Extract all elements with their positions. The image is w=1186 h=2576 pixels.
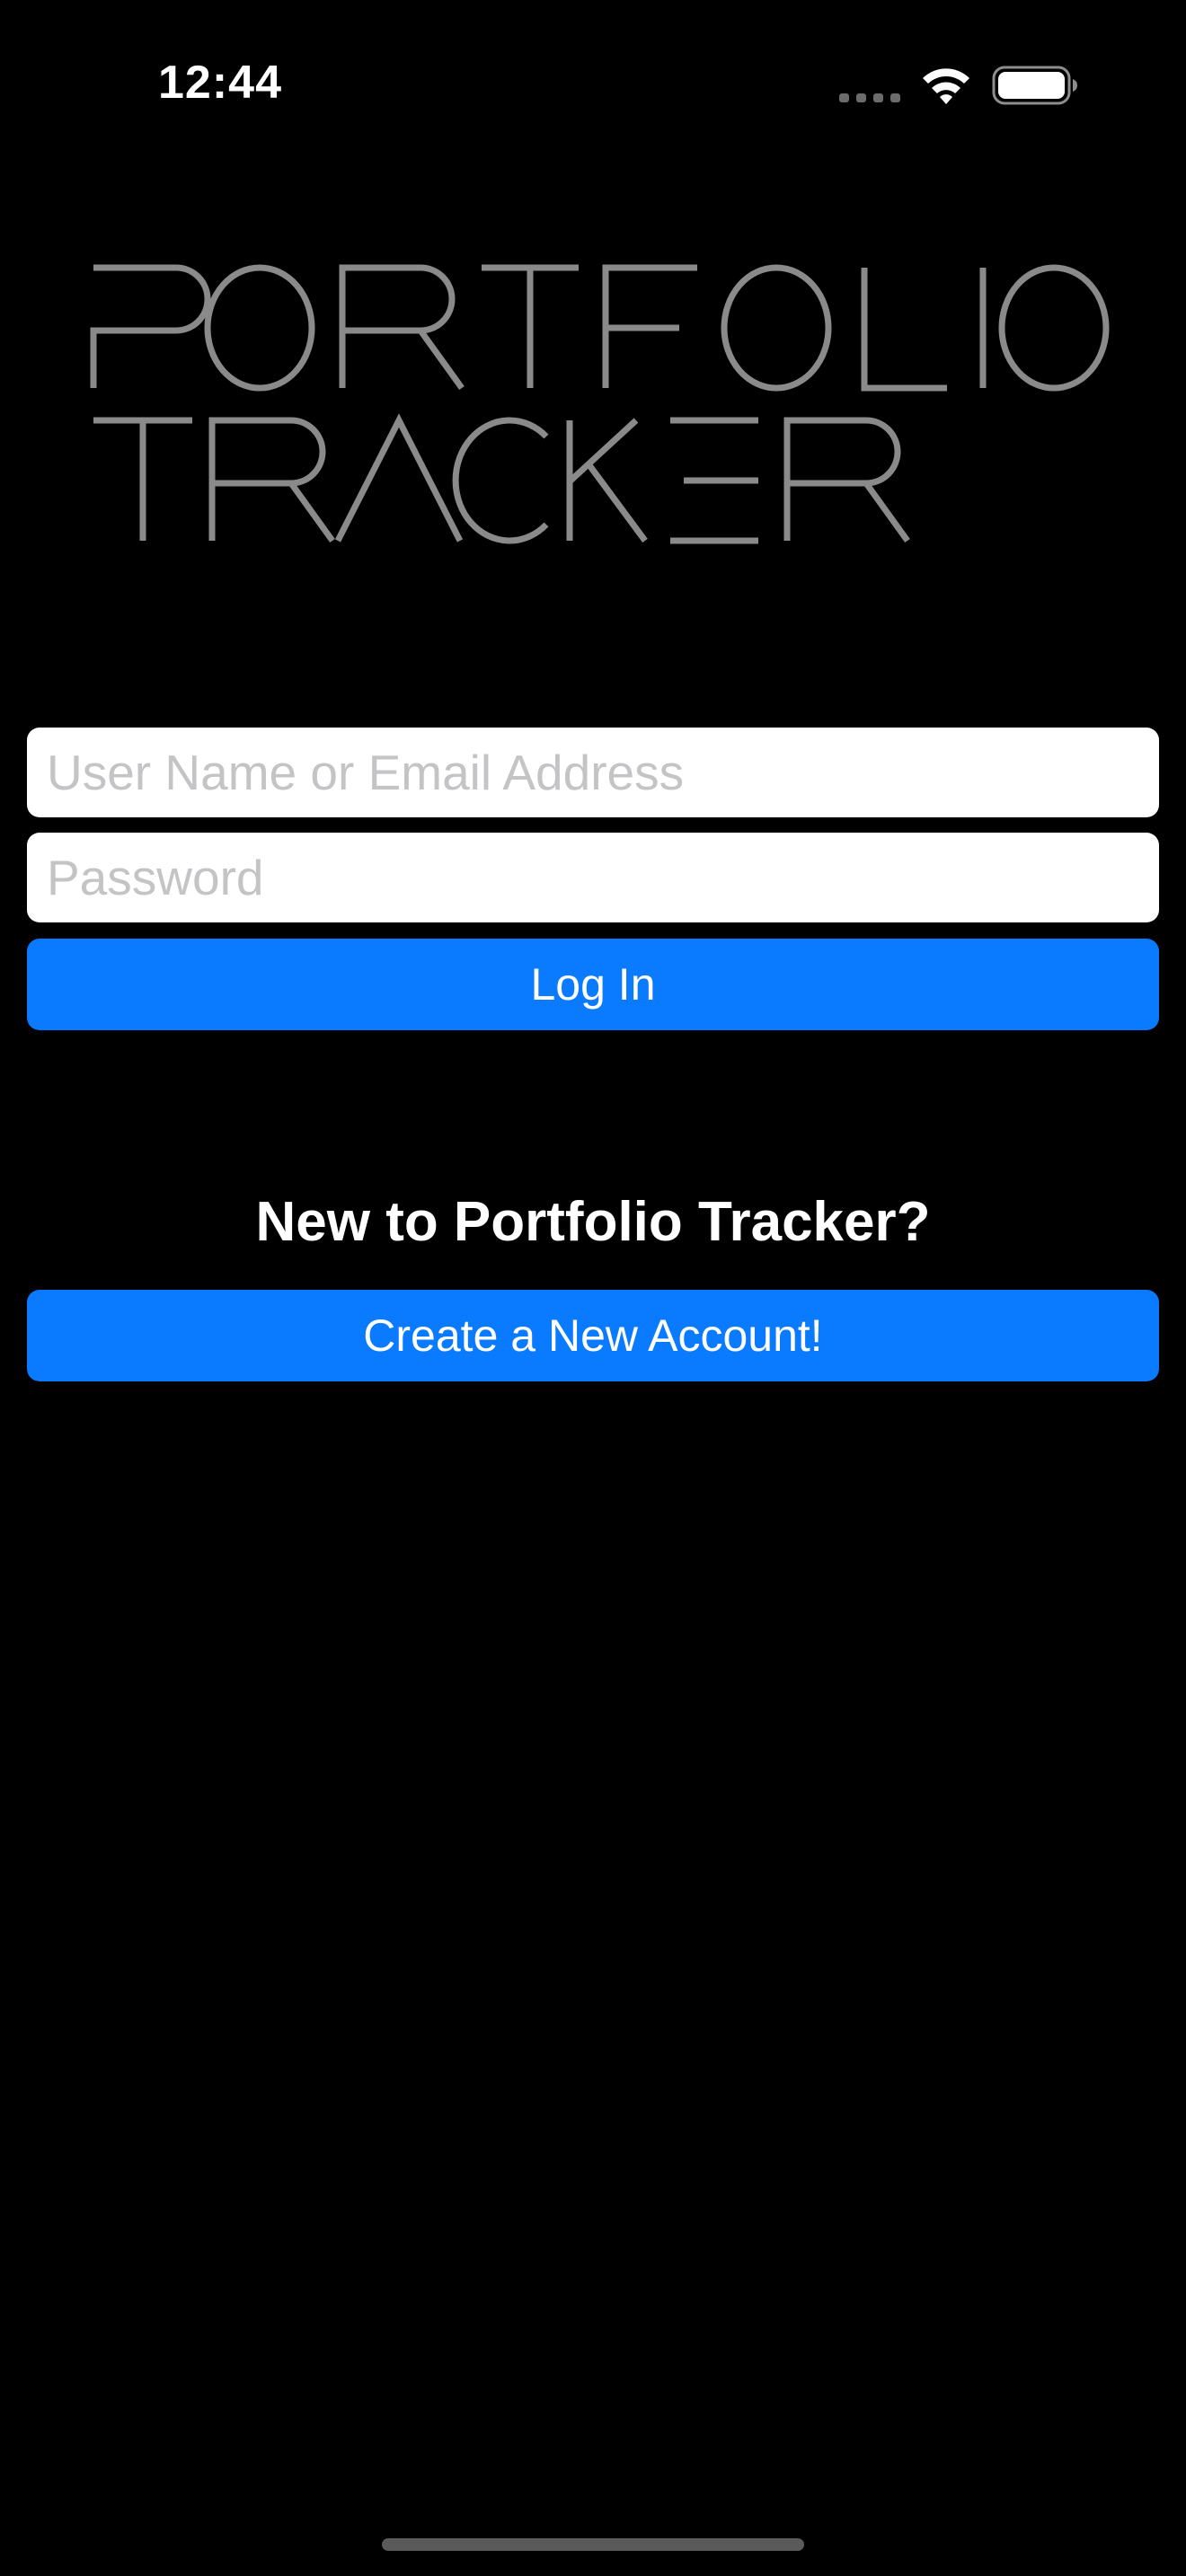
portfolio-tracker-logo xyxy=(90,264,1110,544)
username-field[interactable] xyxy=(27,728,1159,817)
username-input[interactable] xyxy=(47,744,1139,801)
create-account-button[interactable]: Create a New Account! xyxy=(27,1290,1159,1381)
login-button-label: Log In xyxy=(530,959,656,1010)
wifi-icon xyxy=(923,68,969,104)
home-indicator[interactable] xyxy=(382,2538,804,2551)
status-time: 12:44 xyxy=(158,57,282,109)
password-field[interactable] xyxy=(27,833,1159,922)
battery-icon xyxy=(992,66,1077,105)
signup-heading: New to Portfolio Tracker? xyxy=(255,1191,931,1253)
cellular-signal-icon xyxy=(839,93,900,102)
login-button[interactable]: Log In xyxy=(27,939,1159,1030)
password-input[interactable] xyxy=(47,849,1139,906)
create-account-button-label: Create a New Account! xyxy=(363,1310,823,1361)
